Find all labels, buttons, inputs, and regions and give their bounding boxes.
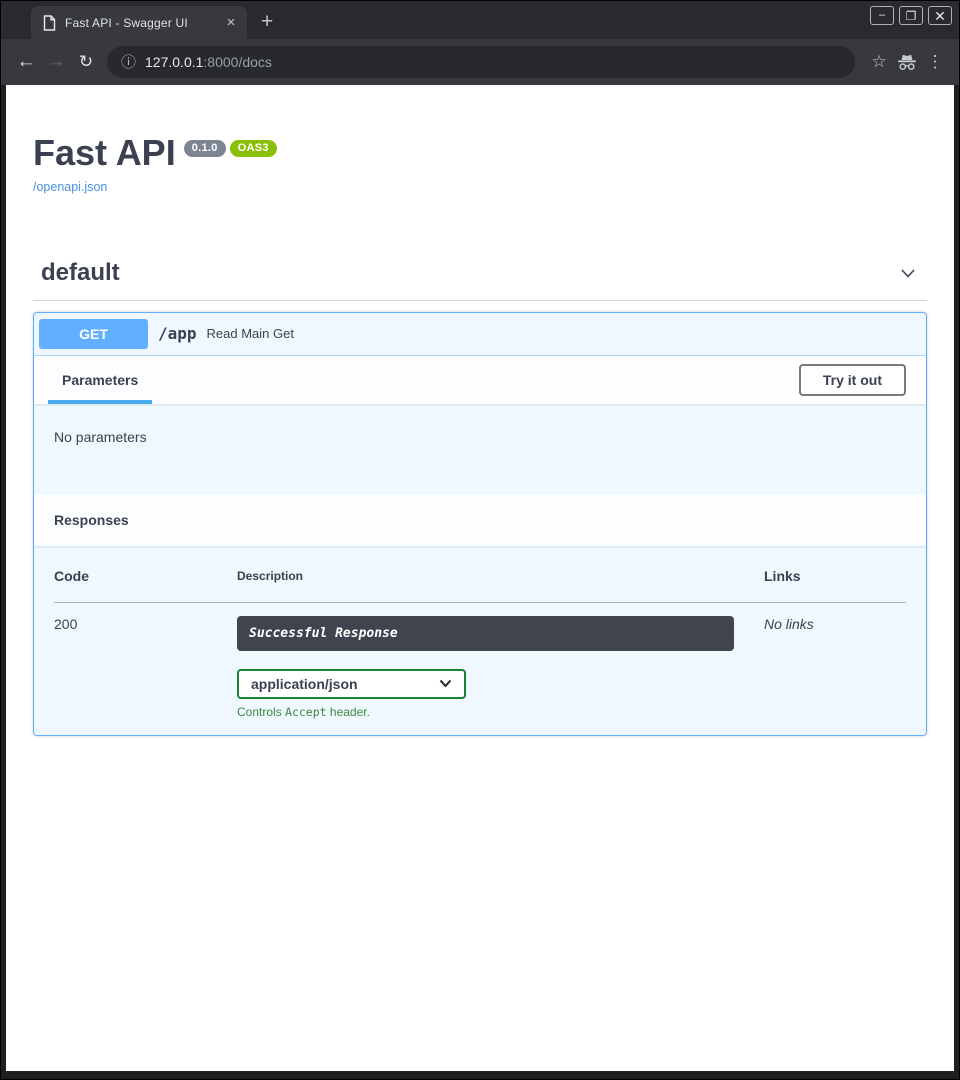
operation-path: /app bbox=[158, 324, 197, 343]
parameters-header: Parameters Try it out bbox=[34, 356, 926, 404]
response-code: 200 bbox=[54, 616, 77, 632]
bookmark-star-icon[interactable]: ☆ bbox=[865, 48, 893, 76]
swagger-page: Fast API 0.1.0OAS3 /openapi.json default … bbox=[6, 85, 954, 1071]
forward-button: → bbox=[41, 47, 71, 77]
oas-badge: OAS3 bbox=[230, 140, 277, 157]
minimize-button[interactable]: – bbox=[870, 6, 894, 25]
response-links: No links bbox=[764, 616, 814, 632]
column-header-code: Code bbox=[54, 568, 237, 603]
openapi-spec-link[interactable]: /openapi.json bbox=[33, 180, 107, 194]
tag-name: default bbox=[41, 259, 120, 287]
api-info-section: Fast API 0.1.0OAS3 /openapi.json bbox=[33, 133, 927, 196]
responses-body: Code Description Links 200 bbox=[34, 546, 926, 735]
site-info-icon[interactable]: ⓘ bbox=[121, 55, 136, 70]
browser-tab[interactable]: Fast API - Swagger UI × bbox=[31, 6, 247, 39]
address-bar[interactable]: ⓘ 127.0.0.1:8000/docs bbox=[107, 46, 855, 78]
incognito-icon bbox=[893, 48, 921, 76]
responses-title: Responses bbox=[54, 512, 129, 528]
accept-header-hint: Controls Accept header. bbox=[237, 705, 764, 719]
window-controls: – ❐ ✕ bbox=[870, 6, 952, 25]
close-button[interactable]: ✕ bbox=[928, 6, 952, 25]
tag-header[interactable]: default bbox=[33, 252, 927, 294]
media-type-value: application/json bbox=[251, 676, 358, 692]
parameters-tab-label: Parameters bbox=[62, 372, 138, 388]
try-it-out-button[interactable]: Try it out bbox=[799, 364, 906, 396]
browser-menu-icon[interactable]: ⋮ bbox=[921, 48, 949, 76]
url-text[interactable]: 127.0.0.1:8000/docs bbox=[145, 54, 272, 70]
select-chevron-icon bbox=[439, 679, 452, 688]
tag-section-default: default GET /app Read Main Get bbox=[33, 252, 927, 736]
page-title: Fast API 0.1.0OAS3 bbox=[33, 133, 927, 173]
new-tab-button[interactable]: + bbox=[261, 12, 273, 32]
url-path: :8000/docs bbox=[203, 54, 272, 70]
responses-header: Responses bbox=[34, 494, 926, 546]
tab-title: Fast API - Swagger UI bbox=[65, 16, 214, 30]
api-title-text: Fast API bbox=[33, 132, 176, 173]
version-badge: 0.1.0 bbox=[184, 140, 226, 157]
maximize-button[interactable]: ❐ bbox=[899, 6, 923, 25]
no-parameters-text: No parameters bbox=[54, 429, 147, 445]
column-header-description: Description bbox=[237, 568, 764, 603]
tab-parameters[interactable]: Parameters bbox=[48, 356, 152, 404]
operation-summary[interactable]: GET /app Read Main Get bbox=[34, 313, 926, 356]
accept-hint-prefix: Controls bbox=[237, 705, 285, 719]
accept-hint-suffix: header. bbox=[327, 705, 370, 719]
browser-window: Fast API - Swagger UI × + – ❐ ✕ ← → ↻ ⓘ … bbox=[0, 0, 960, 1080]
operation-description: Read Main Get bbox=[207, 326, 294, 341]
browser-titlebar: Fast API - Swagger UI × + – ❐ ✕ bbox=[1, 1, 959, 39]
tab-close-icon[interactable]: × bbox=[223, 15, 239, 30]
http-method-badge: GET bbox=[39, 319, 148, 349]
responses-table: Code Description Links 200 bbox=[54, 568, 906, 719]
document-icon bbox=[43, 15, 56, 31]
accept-hint-code: Accept bbox=[285, 705, 327, 719]
chevron-down-icon[interactable] bbox=[897, 262, 919, 284]
window-frame: Fast API 0.1.0OAS3 /openapi.json default … bbox=[1, 85, 959, 1079]
tag-divider bbox=[33, 300, 927, 301]
reload-button[interactable]: ↻ bbox=[71, 47, 101, 77]
url-host: 127.0.0.1 bbox=[145, 54, 203, 70]
opblock-get-app: GET /app Read Main Get Parameters Try it… bbox=[33, 312, 927, 736]
table-row: 200 Successful Response application/json bbox=[54, 602, 906, 719]
column-header-links: Links bbox=[764, 568, 906, 603]
parameters-body: No parameters bbox=[34, 404, 926, 494]
media-type-select[interactable]: application/json bbox=[237, 669, 466, 699]
response-description-box: Successful Response bbox=[237, 616, 734, 651]
browser-toolbar: ← → ↻ ⓘ 127.0.0.1:8000/docs ☆ ⋮ bbox=[1, 39, 959, 85]
back-button[interactable]: ← bbox=[11, 47, 41, 77]
